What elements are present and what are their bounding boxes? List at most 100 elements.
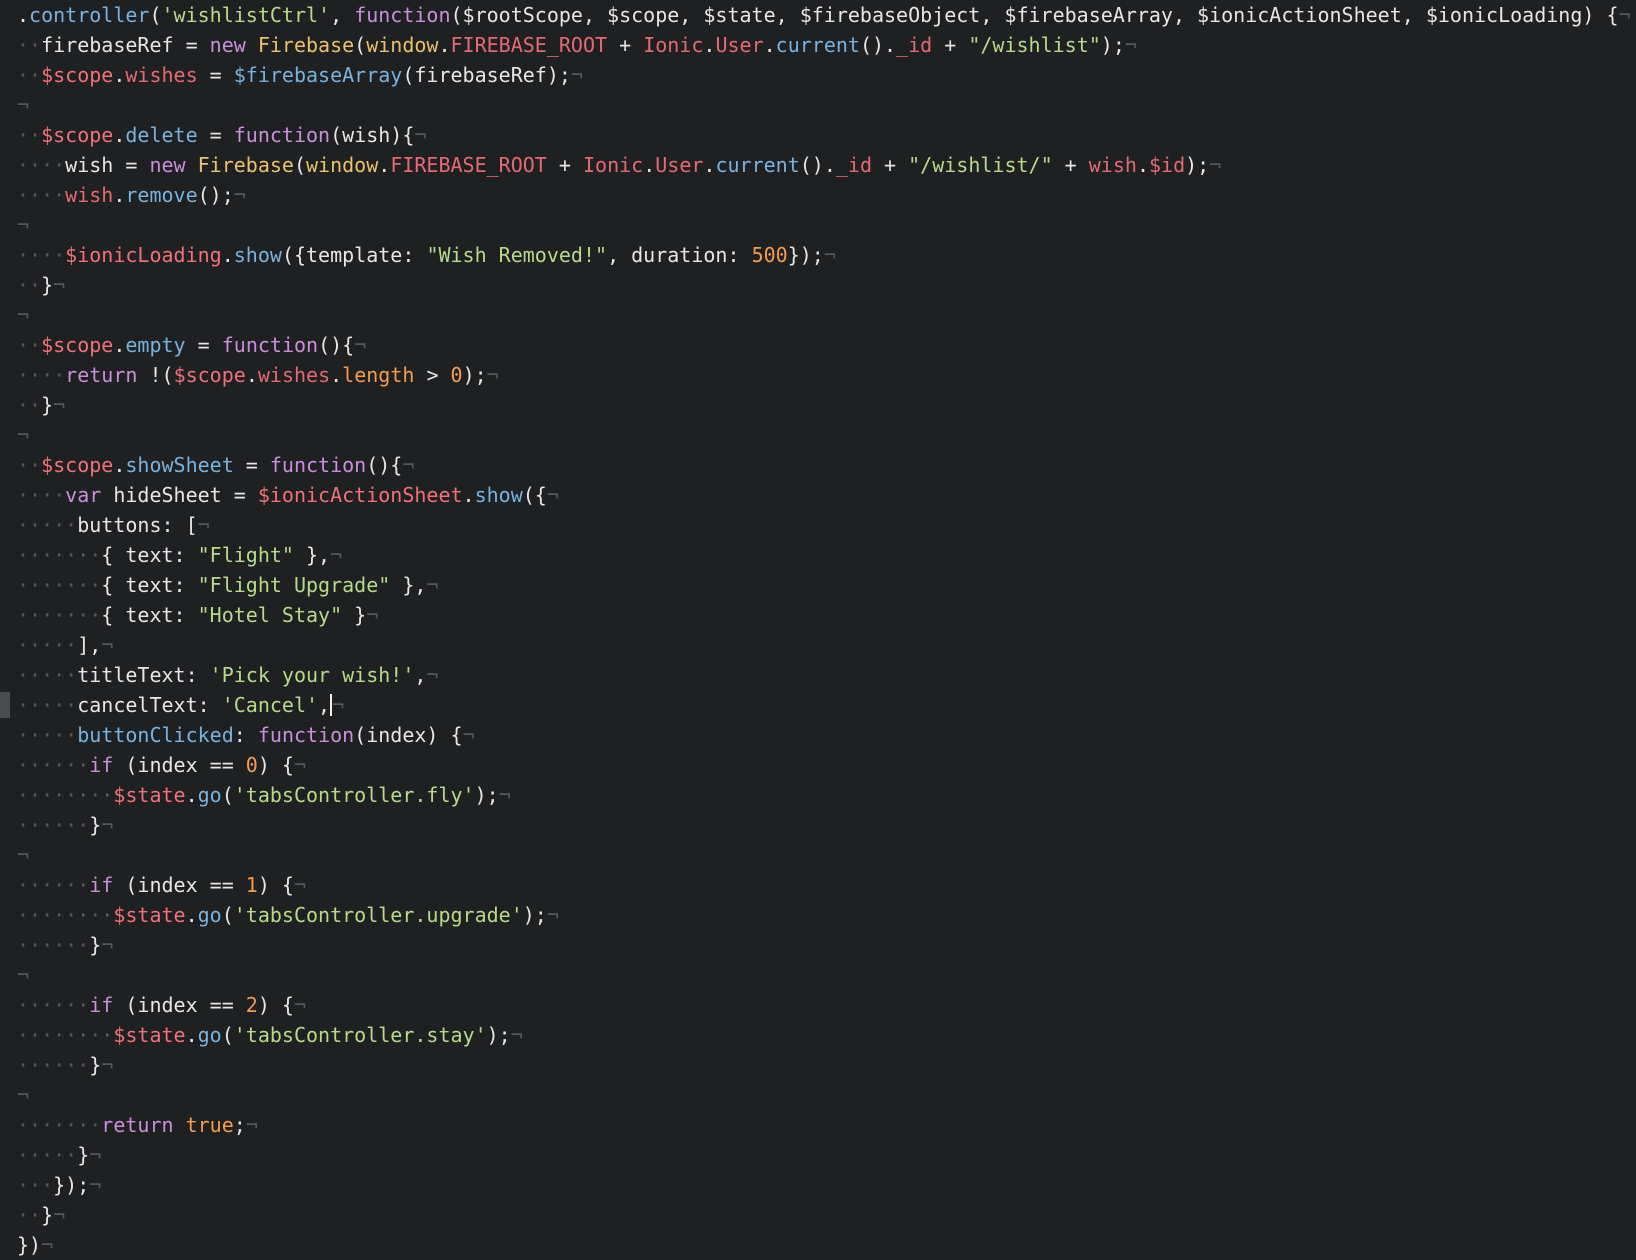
code-line[interactable]: ¬	[0, 210, 1636, 240]
code-token: .	[1136, 153, 1149, 177]
code-line[interactable]: ·······{ text: "Flight Upgrade" },¬	[0, 570, 1636, 600]
code-token: wish	[65, 183, 114, 207]
code-editor[interactable]: .controller('wishlistCtrl', function($ro…	[0, 0, 1636, 1260]
code-line[interactable]: ¬	[0, 1080, 1636, 1110]
code-line[interactable]: ¬	[0, 90, 1636, 120]
code-token: if	[89, 753, 126, 777]
code-token: function	[233, 123, 331, 147]
code-line[interactable]: ····var hideSheet = $ionicActionSheet.sh…	[0, 480, 1636, 510]
newline-marker: ¬	[332, 693, 345, 717]
code-token: go	[197, 1023, 222, 1047]
code-line[interactable]: ·······{ text: "Hotel Stay" }¬	[0, 600, 1636, 630]
indent-whitespace-markers: ··	[17, 393, 42, 417]
code-line[interactable]: ··}¬	[0, 1200, 1636, 1230]
code-token: );	[1185, 153, 1210, 177]
indent-whitespace-markers: ····	[17, 153, 66, 177]
code-token: $scope	[41, 123, 114, 147]
code-line[interactable]: ····return !($scope.wishes.length > 0);¬	[0, 360, 1636, 390]
indent-whitespace-markers: ··	[17, 453, 42, 477]
code-token: function	[257, 723, 355, 747]
code-token: .	[643, 153, 656, 177]
newline-marker: ¬	[510, 1023, 523, 1047]
newline-marker: ¬	[498, 783, 511, 807]
newline-marker: ¬	[101, 633, 114, 657]
newline-marker: ¬	[546, 903, 559, 927]
code-token: new	[149, 153, 198, 177]
code-token: Ionic	[643, 33, 704, 57]
code-line[interactable]: ··$scope.wishes = $firebaseArray(firebas…	[0, 60, 1636, 90]
code-token: },	[390, 573, 427, 597]
newline-marker: ¬	[89, 1173, 102, 1197]
indent-whitespace-markers: ······	[17, 1053, 90, 1077]
newline-marker: ¬	[414, 123, 427, 147]
code-line[interactable]: ····$ionicLoading.show({template: "Wish …	[0, 240, 1636, 270]
code-token: "/wishlist"	[968, 33, 1101, 57]
code-line[interactable]: ·····cancelText: 'Cancel', ¬	[0, 690, 1636, 720]
newline-marker: ¬	[546, 483, 559, 507]
code-token: hideSheet =	[113, 483, 258, 507]
newline-marker: ¬	[293, 873, 307, 897]
code-line[interactable]: ····wish.remove();¬	[0, 180, 1636, 210]
code-line[interactable]: ········$state.go('tabsController.fly');…	[0, 780, 1636, 810]
code-token: function	[354, 3, 451, 27]
code-line[interactable]: ········$state.go('tabsController.upgrad…	[0, 900, 1636, 930]
code-line[interactable]: ··$scope.showSheet = function(){¬	[0, 450, 1636, 480]
code-line[interactable]: .controller('wishlistCtrl', function($ro…	[0, 0, 1636, 30]
indent-whitespace-markers: ·····	[17, 513, 78, 537]
code-line[interactable]: ······if (index == 2) {¬	[0, 990, 1636, 1020]
newline-marker: ¬	[354, 333, 367, 357]
code-token: ],	[77, 633, 102, 657]
code-line[interactable]: })¬	[0, 1230, 1636, 1260]
code-token: { text:	[101, 603, 198, 627]
code-token: $ionicActionSheet	[257, 483, 463, 507]
indent-whitespace-markers: ····	[17, 183, 66, 207]
code-line[interactable]: ·····buttons: [¬	[0, 510, 1636, 540]
code-line[interactable]: ····wish = new Firebase(window.FIREBASE_…	[0, 150, 1636, 180]
code-token: Ionic	[582, 153, 644, 177]
newline-marker: ¬	[570, 63, 583, 87]
code-token: $firebaseArray	[233, 63, 403, 87]
code-line[interactable]: ······if (index == 1) {¬	[0, 870, 1636, 900]
code-line[interactable]: ·······return true;¬	[0, 1110, 1636, 1140]
code-token: 'tabsController.fly'	[233, 783, 475, 807]
code-token: .	[438, 33, 451, 57]
code-line[interactable]: ··firebaseRef = new Firebase(window.FIRE…	[0, 30, 1636, 60]
code-line[interactable]: ······}¬	[0, 810, 1636, 840]
code-token: });	[53, 1173, 90, 1197]
code-line[interactable]: ¬	[0, 300, 1636, 330]
code-line[interactable]: ··$scope.empty = function(){¬	[0, 330, 1636, 360]
code-token: }	[89, 933, 102, 957]
code-token: .	[763, 33, 776, 57]
code-line[interactable]: ¬	[0, 420, 1636, 450]
code-token: show	[233, 243, 282, 267]
code-line[interactable]: ·····}¬	[0, 1140, 1636, 1170]
code-line[interactable]: ·····buttonClicked: function(index) {¬	[0, 720, 1636, 750]
code-token: ();	[197, 183, 234, 207]
indent-whitespace-markers: ·······	[17, 543, 102, 567]
code-token: .	[185, 1023, 198, 1047]
code-token: ;	[233, 1113, 246, 1137]
code-token: cancelText:	[77, 693, 222, 717]
code-token: wish =	[65, 153, 150, 177]
code-line[interactable]: ··}¬	[0, 270, 1636, 300]
code-line[interactable]: ·······{ text: "Flight" },¬	[0, 540, 1636, 570]
code-token: current	[775, 33, 860, 57]
code-line[interactable]: ··}¬	[0, 390, 1636, 420]
code-line[interactable]: ········$state.go('tabsController.stay')…	[0, 1020, 1636, 1050]
code-line[interactable]: ¬	[0, 840, 1636, 870]
code-line[interactable]: ······}¬	[0, 1050, 1636, 1080]
code-line[interactable]: ···});¬	[0, 1170, 1636, 1200]
code-line[interactable]: ······if (index == 0) {¬	[0, 750, 1636, 780]
code-token: ().	[799, 153, 836, 177]
newline-marker: ¬	[366, 603, 379, 627]
code-line[interactable]: ······}¬	[0, 930, 1636, 960]
code-line[interactable]: ¬	[0, 960, 1636, 990]
code-line[interactable]: ·····],¬	[0, 630, 1636, 660]
code-token: $state	[113, 903, 186, 927]
code-line[interactable]: ··$scope.delete = function(wish){¬	[0, 120, 1636, 150]
code-line[interactable]: ·····titleText: 'Pick your wish!',¬	[0, 660, 1636, 690]
code-token: .	[17, 3, 30, 27]
code-token: 0	[245, 753, 258, 777]
code-token: 0	[450, 363, 463, 387]
newline-marker: ¬	[53, 1203, 66, 1227]
